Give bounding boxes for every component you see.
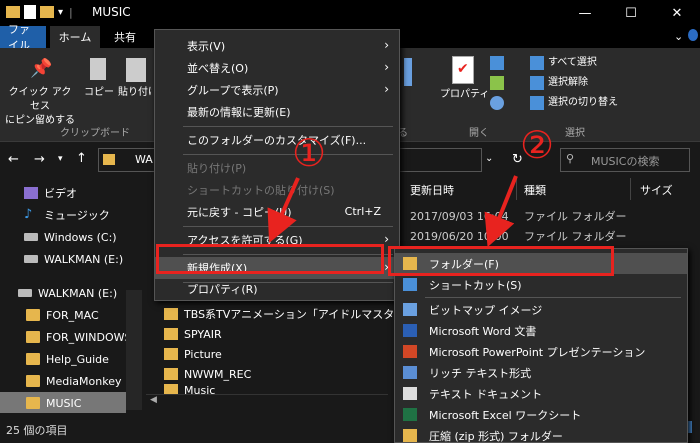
arrow-one (267, 177, 300, 243)
arrow-two (484, 175, 518, 248)
annotation-arrows (267, 175, 518, 248)
